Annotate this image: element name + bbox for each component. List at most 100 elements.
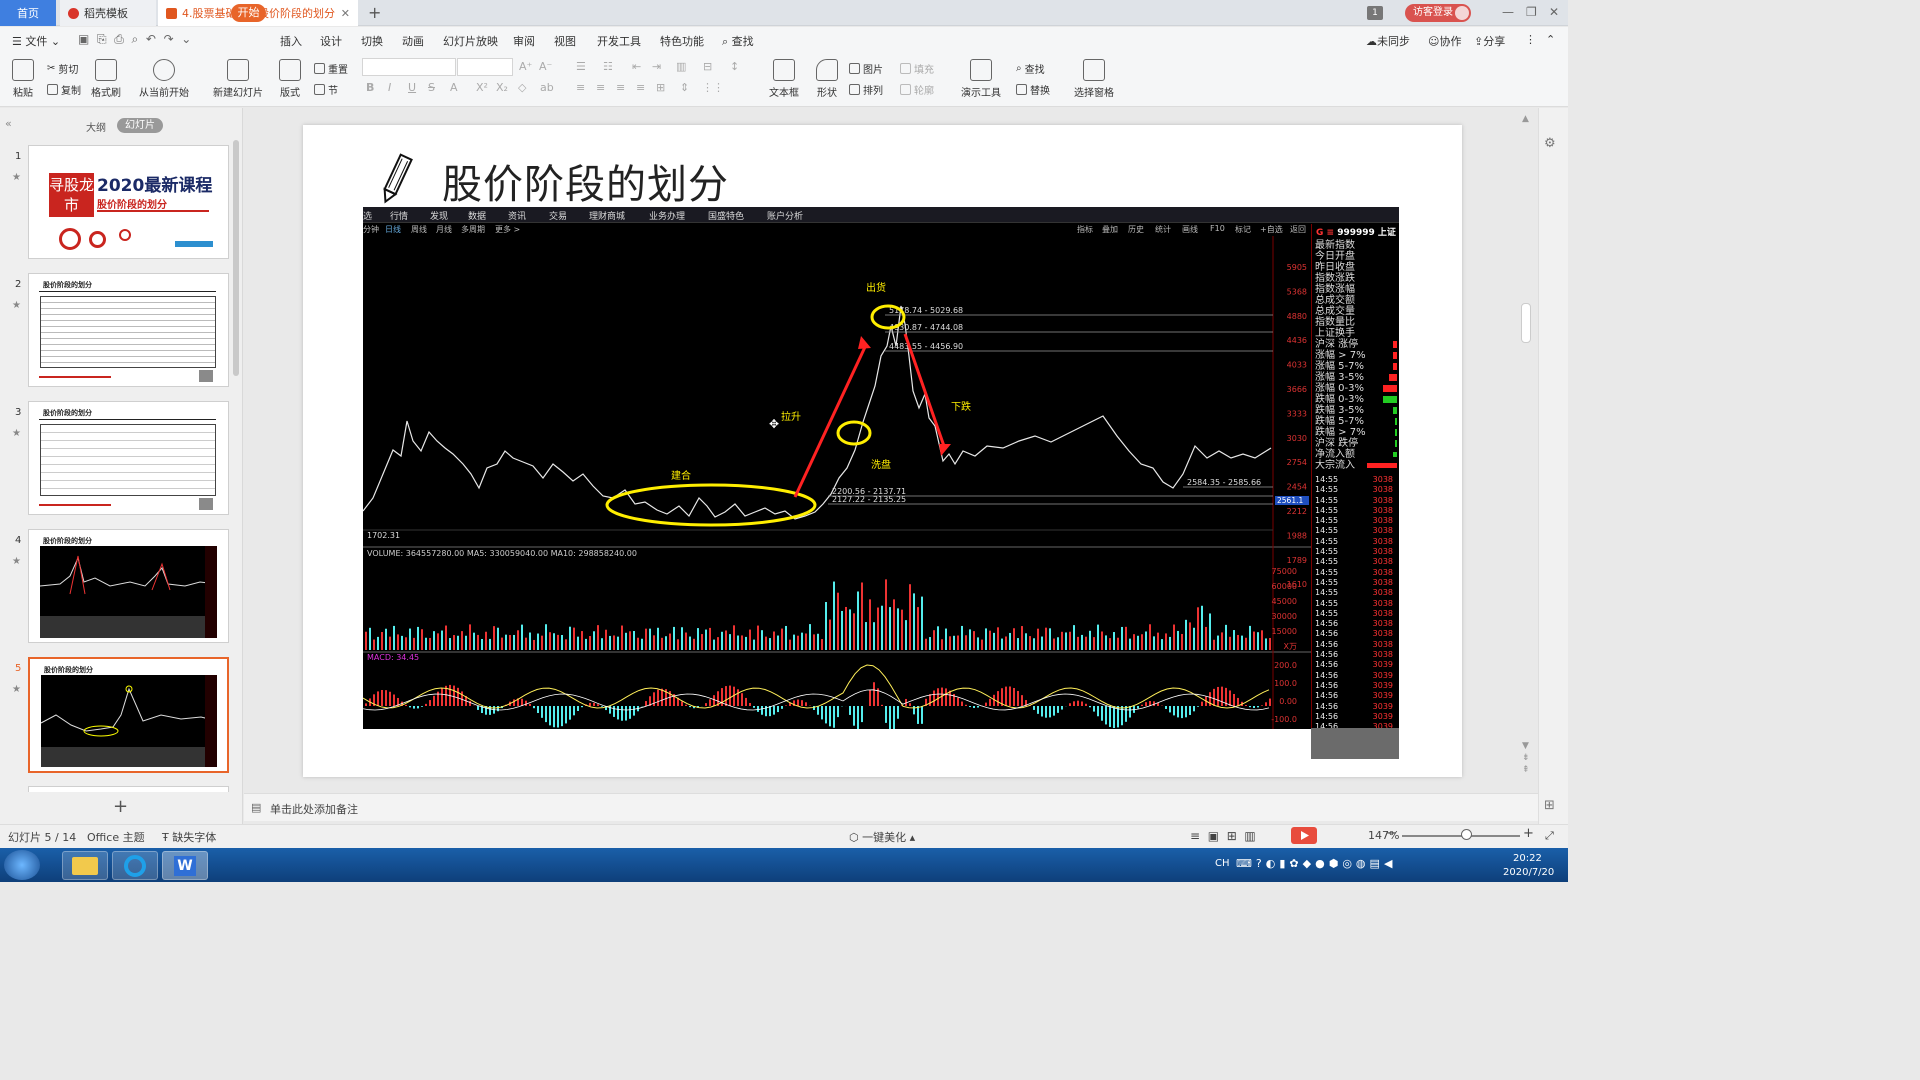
- notification-badge[interactable]: 1: [1367, 6, 1383, 20]
- help-icon[interactable]: ?: [1256, 857, 1266, 870]
- collapse-ribbon-icon[interactable]: ⌃: [1546, 33, 1555, 46]
- format-painter-button[interactable]: 格式刷: [90, 59, 122, 99]
- bold-icon[interactable]: B: [366, 81, 374, 94]
- sync-status[interactable]: ☁未同步: [1366, 33, 1410, 49]
- paste-button[interactable]: 粘贴: [8, 59, 38, 99]
- missing-font[interactable]: Ŧ 缺失字体: [162, 829, 216, 845]
- fit-window-icon[interactable]: ⤢: [1545, 829, 1554, 843]
- font-grow-icon[interactable]: A⁺: [519, 60, 532, 73]
- align-center-icon[interactable]: ≡: [596, 81, 605, 94]
- clock-time[interactable]: 20:22: [1513, 853, 1542, 864]
- add-slide-icon[interactable]: +: [113, 796, 128, 817]
- paragraph-spacing-icon[interactable]: ⇕: [680, 81, 689, 94]
- save-icon[interactable]: ▣: [78, 32, 89, 46]
- menu-item-slideshow[interactable]: 幻灯片放映: [443, 33, 498, 49]
- wps-taskbar-icon[interactable]: W: [162, 851, 208, 880]
- clock-date[interactable]: 2020/7/20: [1503, 867, 1554, 878]
- grid-icon[interactable]: ⊞: [1544, 798, 1555, 813]
- slide-thumbnail-4[interactable]: 股价阶段的划分: [28, 529, 229, 643]
- stock-chart-image[interactable]: 选 行情 发现 数据 资讯 交易 理财商城 业务办理 国盛特色 账户分析 分钟 …: [363, 207, 1399, 729]
- arrange-button[interactable]: 排列: [849, 82, 883, 97]
- distribute-icon[interactable]: ⊞: [656, 81, 665, 94]
- align-text-icon[interactable]: ⊟: [703, 60, 712, 73]
- italic-icon[interactable]: I: [388, 81, 391, 94]
- tab-template[interactable]: 稻壳模板: [60, 0, 156, 26]
- font-size-input[interactable]: [457, 58, 513, 76]
- section-button[interactable]: 节: [314, 82, 338, 97]
- menu-item-insert[interactable]: 插入: [280, 33, 302, 49]
- restore-icon[interactable]: ❐: [1526, 5, 1537, 19]
- volume-icon[interactable]: ◀: [1384, 857, 1396, 870]
- tray-icon[interactable]: ⬢: [1329, 857, 1343, 870]
- keyboard-icon[interactable]: ⌨: [1236, 857, 1256, 870]
- numbering-icon[interactable]: ☷: [603, 60, 613, 73]
- align-right-icon[interactable]: ≡: [616, 81, 625, 94]
- normal-view-icon[interactable]: ▣: [1208, 829, 1219, 843]
- more-icon[interactable]: ⋮: [1525, 33, 1536, 46]
- sorter-view-icon[interactable]: ⊞: [1227, 829, 1237, 843]
- scroll-up-icon[interactable]: ▲: [1522, 114, 1529, 124]
- slide-thumbnail-1[interactable]: 寻股龙市 2020最新课程 股价阶段的划分: [28, 145, 229, 259]
- strike-icon[interactable]: S: [428, 81, 435, 94]
- tab-home[interactable]: 首页: [0, 0, 56, 26]
- fill-button[interactable]: 填充: [900, 61, 934, 76]
- tab-slides[interactable]: 幻灯片: [117, 118, 163, 133]
- menu-search[interactable]: ⌕ 查找: [722, 33, 754, 49]
- tray-icon[interactable]: ◆: [1303, 857, 1315, 870]
- text-direction-icon[interactable]: ▥: [676, 60, 686, 73]
- underline-icon[interactable]: U: [408, 81, 416, 94]
- justify-icon[interactable]: ≡: [636, 81, 645, 94]
- slideshow-play-button[interactable]: [1291, 827, 1317, 844]
- menu-item-animation[interactable]: 动画: [402, 33, 424, 49]
- notes-placeholder[interactable]: 单击此处添加备注: [270, 801, 358, 817]
- replace-button[interactable]: 替换: [1016, 82, 1050, 97]
- notes-bar[interactable]: [244, 793, 1538, 821]
- align-left-icon[interactable]: ≡: [576, 81, 585, 94]
- line-spacing-icon[interactable]: ↕: [730, 60, 739, 73]
- present-tools-button[interactable]: 演示工具: [958, 59, 1004, 99]
- preview-icon[interactable]: ⌕: [131, 32, 138, 46]
- export-icon[interactable]: ⎘: [97, 32, 107, 46]
- increase-indent-icon[interactable]: ⇥: [652, 60, 661, 73]
- undo-icon[interactable]: ↶: [146, 32, 156, 46]
- bullets-icon[interactable]: ☰: [576, 60, 586, 73]
- new-tab-icon[interactable]: +: [368, 3, 381, 22]
- slide-thumbnail-5[interactable]: 股价阶段的划分: [28, 657, 229, 773]
- tray-icon[interactable]: ◐: [1266, 857, 1280, 870]
- menu-item-features[interactable]: 特色功能: [660, 33, 704, 49]
- subscript-icon[interactable]: X₂: [496, 81, 508, 94]
- tray-icon[interactable]: ✿: [1289, 857, 1302, 870]
- select-pane-button[interactable]: 选择窗格: [1073, 59, 1115, 99]
- share-button[interactable]: ⇪分享: [1474, 33, 1505, 49]
- reading-view-icon[interactable]: ▥: [1244, 829, 1255, 843]
- redo-icon[interactable]: ↷: [164, 32, 174, 46]
- file-menu[interactable]: ☰ 文件 ⌄: [12, 33, 60, 49]
- menu-item-transition[interactable]: 切换: [361, 33, 383, 49]
- layout-button[interactable]: 版式: [276, 59, 304, 99]
- slide-thumbnail-2[interactable]: 股价阶段的划分: [28, 273, 229, 387]
- scroll-down-icon[interactable]: ▼ ⇟ ⇞: [1522, 740, 1530, 776]
- collab-button[interactable]: ☺协作: [1428, 33, 1461, 49]
- slide-title[interactable]: 股价阶段的划分: [442, 152, 729, 210]
- font-shrink-icon[interactable]: A⁻: [539, 60, 552, 73]
- font-name-input[interactable]: [362, 58, 456, 76]
- ime-indicator[interactable]: CH: [1215, 858, 1230, 869]
- menu-item-view[interactable]: 视图: [554, 33, 576, 49]
- decrease-indent-icon[interactable]: ⇤: [632, 60, 641, 73]
- close-window-icon[interactable]: ✕: [1549, 5, 1559, 19]
- columns-icon[interactable]: ⋮⋮: [702, 81, 724, 94]
- beautify-button[interactable]: ⬡ 一键美化 ▴: [849, 829, 915, 845]
- menu-item-start[interactable]: 开始: [231, 4, 266, 22]
- start-button[interactable]: [4, 850, 40, 880]
- tab-outline[interactable]: 大纲: [86, 119, 106, 134]
- print-icon[interactable]: ⎙: [114, 32, 124, 46]
- from-current-button[interactable]: 从当前开始: [136, 59, 192, 99]
- zoom-out-icon[interactable]: −: [1386, 826, 1397, 841]
- find-button[interactable]: ⌕ 查找: [1016, 61, 1045, 76]
- new-slide-button[interactable]: 新建幻灯片: [210, 59, 266, 99]
- network-icon[interactable]: ▤: [1370, 857, 1384, 870]
- menu-item-design[interactable]: 设计: [320, 33, 342, 49]
- zoom-knob[interactable]: [1461, 829, 1472, 840]
- copy-button[interactable]: 复制: [47, 82, 81, 97]
- reset-button[interactable]: 重置: [314, 61, 348, 76]
